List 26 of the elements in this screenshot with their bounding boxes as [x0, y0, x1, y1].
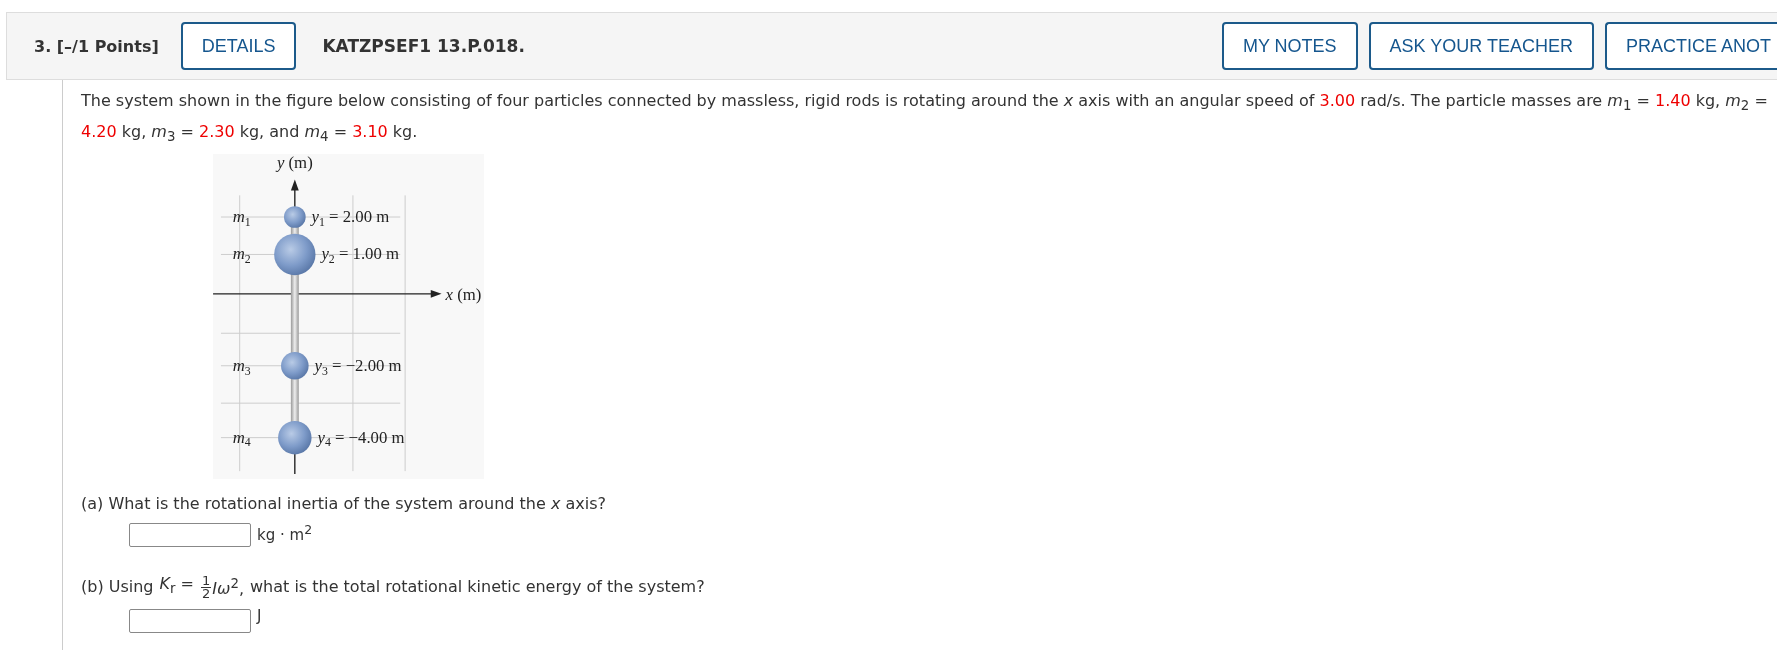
answer-field[interactable] [129, 523, 251, 548]
points-label: 3. [–/1 Points] [34, 36, 159, 56]
action-button[interactable]: ASK YOUR TEACHER [1368, 22, 1594, 70]
mass-label: m$_{4}$ [232, 427, 251, 450]
unit-label: kg · m$^{2}$ [257, 521, 313, 547]
particle [278, 421, 312, 455]
mass-label: m$_{3}$ [232, 356, 251, 378]
position-label: y$_{1}$ = 2.00 m [311, 207, 390, 230]
question-text: (a) What is the rotational inertia of the system around the x axis? [81, 493, 606, 516]
problem-text: The system shown in the figure below consisting of four particles connected by massless, rigid rods is rotating around the x axis with an angular speed of 3.00 rad/s. The particle masses are m$_{1}$ = 1.40 kg, m$_{2}$ = 4.20 kg, m$_{3}$ = 2.30 kg, and m$_{4}$ = 3.10 kg. [81, 90, 1769, 147]
details-button[interactable]: DETAILS [180, 22, 297, 70]
axis-label: y (m) [276, 154, 313, 173]
position-label: y$_{2}$ = 1.00 m [321, 244, 400, 267]
position-label: y$_{3}$ = −2.00 m [314, 356, 402, 378]
answer-field[interactable] [129, 608, 251, 633]
problem-id: KATZPSEF1 13.P.018. [322, 36, 525, 56]
mass-label: m$_{2}$ [232, 244, 251, 267]
axis-label: x (m) [445, 285, 482, 305]
particle [274, 234, 316, 276]
particle [281, 352, 309, 380]
action-button[interactable]: PRACTICE ANOT [1604, 22, 1777, 70]
mass-label: m$_{1}$ [232, 207, 251, 230]
particle [284, 206, 306, 229]
action-button[interactable]: MY NOTES [1221, 22, 1358, 70]
unit-label: J [257, 605, 262, 627]
position-label: y$_{4}$ = −4.00 m [317, 427, 405, 450]
